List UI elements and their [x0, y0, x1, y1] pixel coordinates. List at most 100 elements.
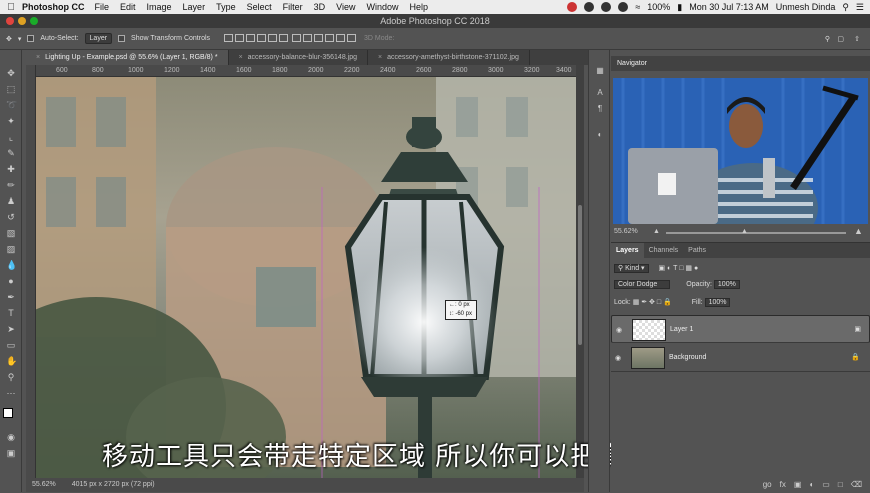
menu-file[interactable]: File [95, 2, 110, 12]
pen-tool-icon[interactable]: ✒ [6, 292, 16, 302]
auto-select-checkbox[interactable] [27, 35, 35, 42]
marquee-tool-icon[interactable]: ⬚ [6, 84, 16, 94]
user-name[interactable]: Unmesh Dinda [776, 2, 836, 12]
menu-edit[interactable]: Edit [120, 2, 136, 12]
foreground-color-swatch[interactable] [3, 408, 13, 418]
zoom-in-icon[interactable]: ▲ [854, 226, 863, 236]
record-icon[interactable] [567, 2, 578, 12]
character-icon[interactable]: A [595, 88, 605, 98]
menu-3d[interactable]: 3D [314, 2, 326, 12]
gradient-tool-icon[interactable]: ▨ [6, 244, 16, 254]
layer-name[interactable]: Background [669, 354, 706, 361]
vertical-scrollbar[interactable] [576, 65, 584, 478]
type-tool-icon[interactable]: T [6, 308, 16, 318]
fx-icon[interactable]: fx [780, 477, 786, 493]
brush-tool-icon[interactable]: ✏ [6, 180, 16, 190]
menu-type[interactable]: Type [216, 2, 236, 12]
lock-icons[interactable]: ▦ ✒ ✥ □ 🔒 [633, 299, 672, 306]
layer-row[interactable]: ◉ Background 🔒 [611, 344, 870, 372]
document-canvas[interactable] [36, 77, 576, 478]
adjustments-icon[interactable]: ◐ [595, 130, 605, 140]
battery-label[interactable]: 100% [647, 2, 670, 12]
new-layer-icon[interactable]: □ [838, 477, 843, 493]
zoom-tool-icon[interactable]: ⚲ [6, 372, 16, 382]
search-icon[interactable]: ⚲ [842, 2, 849, 13]
align-icons[interactable] [224, 33, 358, 44]
tray-icon[interactable] [584, 2, 595, 12]
trash-icon[interactable]: ⌫ [851, 477, 862, 493]
navigator-zoom[interactable]: 55.62% [614, 228, 638, 235]
menu-help[interactable]: Help [409, 2, 428, 12]
apple-icon[interactable]:  [0, 2, 22, 13]
eraser-tool-icon[interactable]: ▧ [6, 228, 16, 238]
dodge-tool-icon[interactable]: ● [6, 276, 16, 286]
fill-input[interactable]: 100% [704, 298, 731, 307]
shape-tool-icon[interactable]: ▭ [6, 340, 16, 350]
zoom-level[interactable]: 55.62% [32, 481, 56, 488]
crop-tool-icon[interactable]: ⌞ [6, 132, 16, 142]
eyedropper-icon[interactable]: ✎ [6, 148, 16, 158]
close-icon[interactable]: × [239, 54, 243, 61]
zoom-out-icon[interactable]: ▲ [653, 228, 660, 235]
tray-icon[interactable] [618, 2, 629, 12]
mask-icon[interactable]: ▣ [794, 477, 802, 493]
dropdown-icon[interactable]: ▾ [18, 35, 22, 43]
wifi-icon[interactable]: ≈ [635, 2, 640, 12]
hand-tool-icon[interactable]: ✋ [6, 356, 17, 366]
tab-layers[interactable]: Layers [611, 243, 644, 258]
app-menu[interactable]: Photoshop CC [22, 2, 85, 12]
folder-icon[interactable]: ▭ [822, 477, 830, 493]
kind-dropdown[interactable]: ⚲ Kind ▾ [614, 264, 649, 273]
menu-select[interactable]: Select [247, 2, 272, 12]
search-icon[interactable]: ⚲ [825, 35, 830, 43]
visibility-eye-icon[interactable]: ◉ [616, 326, 622, 334]
lasso-tool-icon[interactable]: ➰ [6, 100, 17, 110]
navigator-header[interactable]: Navigator [611, 56, 870, 71]
menu-view[interactable]: View [336, 2, 355, 12]
clock[interactable]: Mon 30 Jul 7:13 AM [689, 2, 769, 12]
ruler-label: 800 [92, 67, 104, 74]
battery-icon[interactable]: ▮ [677, 2, 682, 13]
auto-select-dropdown[interactable]: Layer [84, 33, 113, 44]
close-icon[interactable]: × [36, 54, 40, 61]
layer-name[interactable]: Layer 1 [670, 326, 693, 333]
layer-row[interactable]: ◉ Layer 1 ▣ [611, 315, 870, 343]
paragraph-icon[interactable]: ¶ [595, 104, 605, 114]
more-tools-icon[interactable]: ⋯ [6, 388, 16, 398]
opacity-input[interactable]: 100% [713, 280, 740, 289]
path-select-icon[interactable]: ➤ [6, 324, 16, 334]
zoom-slider-handle[interactable]: ▲ [741, 228, 748, 235]
stamp-tool-icon[interactable]: ♟ [6, 196, 16, 206]
tab-channels[interactable]: Channels [644, 243, 684, 258]
move-tool-icon[interactable]: ✥ [6, 68, 16, 78]
menu-layer[interactable]: Layer [183, 2, 206, 12]
visibility-eye-icon[interactable]: ◉ [615, 354, 621, 362]
tray-icon[interactable] [601, 2, 612, 12]
adjustment-layer-icon[interactable]: ◐ [809, 477, 814, 493]
history-icon[interactable]: ▦ [595, 66, 605, 76]
move-tool-icon[interactable]: ✥ [6, 35, 12, 43]
notifications-icon[interactable]: ☰ [856, 2, 864, 13]
window-controls[interactable] [6, 17, 38, 25]
show-transform-checkbox[interactable] [118, 35, 126, 42]
scroll-thumb[interactable] [578, 205, 582, 345]
tab-document[interactable]: × Lighting Up - Example.psd @ 55.6% (Laye… [26, 50, 229, 65]
navigator-preview[interactable] [613, 78, 868, 224]
blur-tool-icon[interactable]: 💧 [6, 260, 17, 270]
link-layers-icon[interactable]: go [763, 477, 772, 493]
quick-select-icon[interactable]: ✦ [6, 116, 16, 126]
workspace-icon[interactable]: ▢ [837, 35, 844, 43]
filter-icons[interactable]: ▣ ◐ T □ ▦ ● [659, 265, 699, 272]
menu-filter[interactable]: Filter [283, 2, 303, 12]
history-brush-icon[interactable]: ↺ [6, 212, 16, 222]
healing-brush-icon[interactable]: ✚ [6, 164, 16, 174]
share-icon[interactable]: ⇧ [854, 35, 860, 43]
menu-window[interactable]: Window [366, 2, 398, 12]
blend-mode-dropdown[interactable]: Color Dodge [614, 280, 671, 289]
close-icon[interactable]: × [378, 54, 382, 61]
menu-image[interactable]: Image [147, 2, 172, 12]
zoom-slider-track[interactable] [666, 232, 846, 234]
tab-paths[interactable]: Paths [683, 243, 711, 258]
tab-document[interactable]: × accessory-balance-blur-356148.jpg [229, 50, 368, 65]
tab-document[interactable]: × accessory-amethyst-birthstone-371102.jp… [368, 50, 530, 65]
